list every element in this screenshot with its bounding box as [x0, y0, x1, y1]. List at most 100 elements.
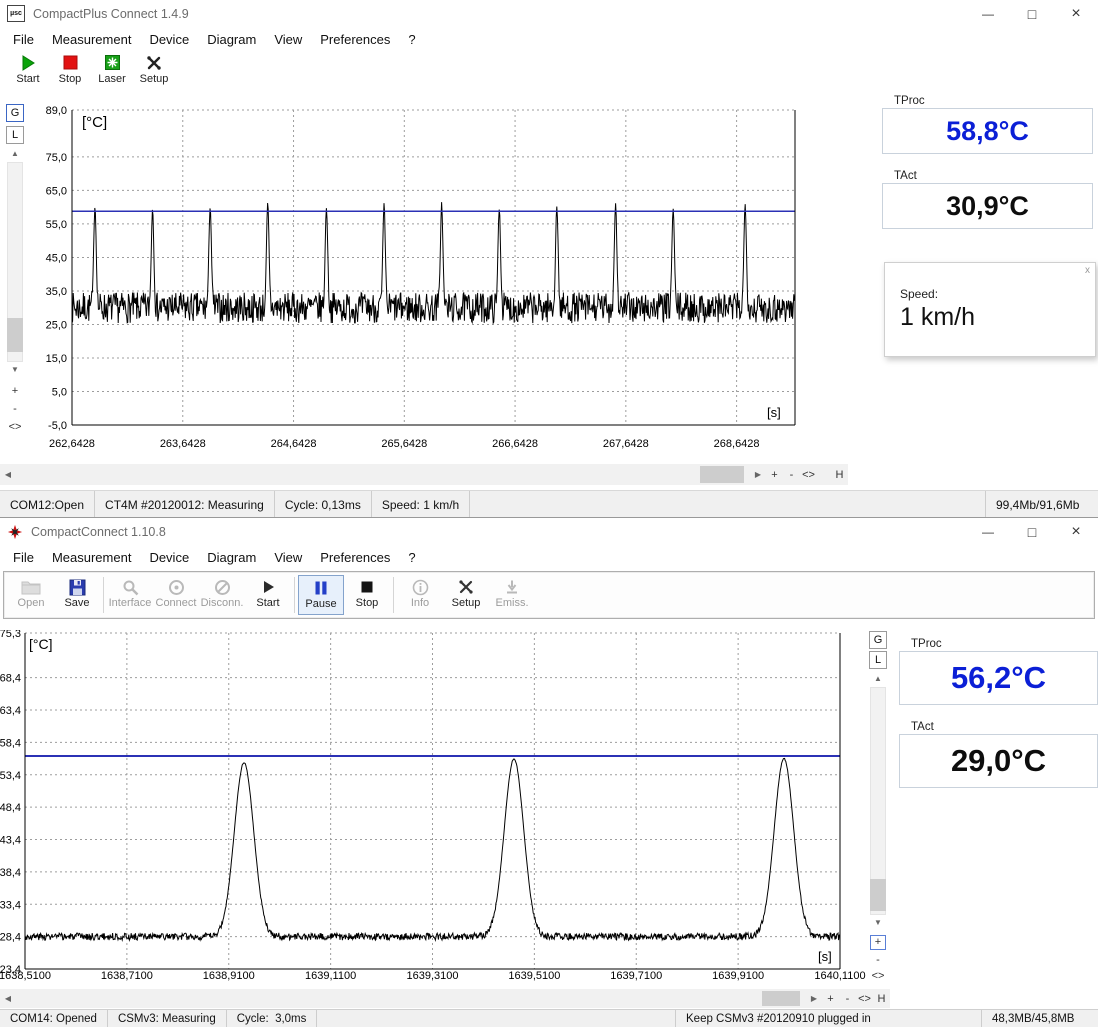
- start-button[interactable]: Start: [10, 54, 46, 103]
- horizontal-scroll-track[interactable]: [16, 464, 750, 485]
- legend-toggle-button[interactable]: L: [6, 126, 24, 144]
- chart1-hscrollbar: ◀ ▶ + - <> H: [0, 464, 848, 485]
- tproc-label: TProc: [894, 95, 1093, 107]
- temperature-chart-compactconnect[interactable]: 75,368,463,458,453,448,443,438,433,428,4…: [0, 630, 868, 1009]
- vertical-scroll-thumb[interactable]: [870, 879, 886, 911]
- zoom-out-button[interactable]: -: [870, 953, 886, 968]
- disconnect-button[interactable]: Disconn.: [199, 575, 245, 615]
- tproc-value-box: 56,2°C: [899, 651, 1098, 705]
- status-note: Keep CSMv3 #20120910 plugged in: [676, 1010, 982, 1027]
- statusbar-compactconnect: COM14: Opened CSMv3: Measuring Cycle: 3,…: [0, 1009, 1098, 1027]
- start-button[interactable]: Start: [245, 575, 291, 615]
- vertical-scroll-thumb[interactable]: [7, 318, 23, 352]
- svg-text:58,4: 58,4: [0, 737, 21, 749]
- zoom-out-button[interactable]: -: [7, 402, 23, 417]
- menu1-file[interactable]: File: [4, 29, 43, 50]
- tproc-value-box: 58,8°C: [882, 108, 1093, 154]
- svg-text:45,0: 45,0: [46, 252, 67, 264]
- status-memory: 99,4Mb/91,6Mb: [986, 491, 1098, 518]
- menu1-measurement[interactable]: Measurement: [43, 29, 140, 50]
- value-panel-compactplus: TProc 58,8°C TAct 30,9°C: [882, 95, 1093, 229]
- window-compactconnect: CompactConnect 1.10.8 — □ × File Measure…: [0, 517, 1098, 1026]
- emissivity-button[interactable]: Emiss.: [489, 575, 535, 615]
- svg-text:35,0: 35,0: [46, 286, 67, 298]
- menu2-view[interactable]: View: [265, 547, 311, 568]
- maximize-button[interactable]: □: [1010, 518, 1054, 545]
- zoom-out-button[interactable]: -: [783, 469, 800, 481]
- menu1-device[interactable]: Device: [140, 29, 198, 50]
- toolbar-separator: [103, 577, 104, 613]
- scroll-right-icon[interactable]: ▶: [806, 994, 822, 1003]
- close-button[interactable]: ×: [1054, 0, 1098, 27]
- svg-text:1638,7100: 1638,7100: [101, 970, 153, 982]
- setup-tools-icon: [458, 578, 474, 596]
- setup-button[interactable]: Setup: [136, 54, 172, 103]
- zoom-in-button[interactable]: +: [766, 469, 783, 481]
- zoom-in-button[interactable]: +: [870, 935, 886, 950]
- menu1-help[interactable]: ?: [399, 29, 424, 50]
- hold-button[interactable]: H: [873, 993, 890, 1005]
- svg-text:1639,1100: 1639,1100: [305, 970, 356, 982]
- zoom-in-button[interactable]: +: [7, 384, 23, 399]
- menu2-device[interactable]: Device: [140, 547, 198, 568]
- maximize-button[interactable]: □: [1010, 0, 1054, 27]
- scroll-left-icon[interactable]: ◀: [0, 470, 16, 479]
- menu2-preferences[interactable]: Preferences: [311, 547, 399, 568]
- pause-button[interactable]: Pause: [298, 575, 344, 615]
- interface-button[interactable]: Interface: [107, 575, 153, 615]
- menu2-help[interactable]: ?: [399, 547, 424, 568]
- window-controls: — □ ×: [966, 518, 1098, 545]
- status-device: CSMv3: Measuring: [108, 1010, 227, 1027]
- scroll-up-icon[interactable]: ▲: [7, 148, 23, 160]
- svg-text:48,4: 48,4: [0, 802, 21, 814]
- close-button[interactable]: ×: [1054, 518, 1098, 545]
- zoom-fit-button[interactable]: <>: [870, 969, 886, 984]
- scroll-left-icon[interactable]: ◀: [0, 994, 16, 1003]
- info-label: Info: [411, 597, 429, 609]
- legend-toggle-button[interactable]: L: [869, 651, 887, 669]
- laser-button[interactable]: Laser: [94, 54, 130, 103]
- start-icon: [20, 54, 36, 71]
- zoom-fit-button[interactable]: <>: [7, 420, 23, 435]
- titlebar-compactplus: µsc CompactPlus Connect 1.4.9 — □ ×: [0, 0, 1098, 27]
- stop-button[interactable]: Stop: [344, 575, 390, 615]
- menu2-measurement[interactable]: Measurement: [43, 547, 140, 568]
- grid-toggle-button[interactable]: G: [6, 104, 24, 122]
- svg-text:266,6428: 266,6428: [492, 438, 538, 450]
- speed-panel-close-icon[interactable]: x: [1085, 265, 1090, 276]
- scroll-down-icon[interactable]: ▼: [870, 917, 886, 929]
- temperature-chart-compactplus[interactable]: 89,075,065,055,045,035,025,015,05,0-5,02…: [30, 100, 830, 456]
- svg-text:75,3: 75,3: [0, 630, 21, 640]
- menu1-preferences[interactable]: Preferences: [311, 29, 399, 50]
- menubar-compactconnect: File Measurement Device Diagram View Pre…: [0, 545, 1098, 569]
- stop-button[interactable]: Stop: [52, 54, 88, 103]
- horizontal-scroll-thumb[interactable]: [762, 991, 800, 1006]
- horizontal-scroll-thumb[interactable]: [700, 466, 744, 483]
- open-button[interactable]: Open: [8, 575, 54, 615]
- zoom-fit-button[interactable]: <>: [856, 993, 873, 1005]
- scroll-up-icon[interactable]: ▲: [870, 673, 886, 685]
- horizontal-scroll-track[interactable]: [16, 989, 806, 1008]
- menu1-view[interactable]: View: [265, 29, 311, 50]
- titlebar-compactconnect: CompactConnect 1.10.8 — □ ×: [0, 518, 1098, 545]
- minimize-button[interactable]: —: [966, 0, 1010, 27]
- grid-toggle-button[interactable]: G: [869, 631, 887, 649]
- zoom-out-button[interactable]: -: [839, 993, 856, 1005]
- connect-button[interactable]: Connect: [153, 575, 199, 615]
- zoom-fit-button[interactable]: <>: [800, 469, 817, 481]
- menu2-file[interactable]: File: [4, 547, 43, 568]
- info-button[interactable]: Info: [397, 575, 443, 615]
- svg-text:15,0: 15,0: [46, 353, 67, 365]
- scroll-down-icon[interactable]: ▼: [7, 364, 23, 376]
- hold-button[interactable]: H: [831, 469, 848, 481]
- menu1-diagram[interactable]: Diagram: [198, 29, 265, 50]
- minimize-button[interactable]: —: [966, 518, 1010, 545]
- menu2-diagram[interactable]: Diagram: [198, 547, 265, 568]
- scroll-right-icon[interactable]: ▶: [750, 470, 766, 479]
- zoom-in-button[interactable]: +: [822, 993, 839, 1005]
- svg-text:38,4: 38,4: [0, 867, 21, 879]
- save-button[interactable]: Save: [54, 575, 100, 615]
- setup-button[interactable]: Setup: [443, 575, 489, 615]
- statusbar-compactplus: COM12:Open CT4M #20120012: Measuring Cyc…: [0, 490, 1098, 518]
- svg-text:267,6428: 267,6428: [603, 438, 649, 450]
